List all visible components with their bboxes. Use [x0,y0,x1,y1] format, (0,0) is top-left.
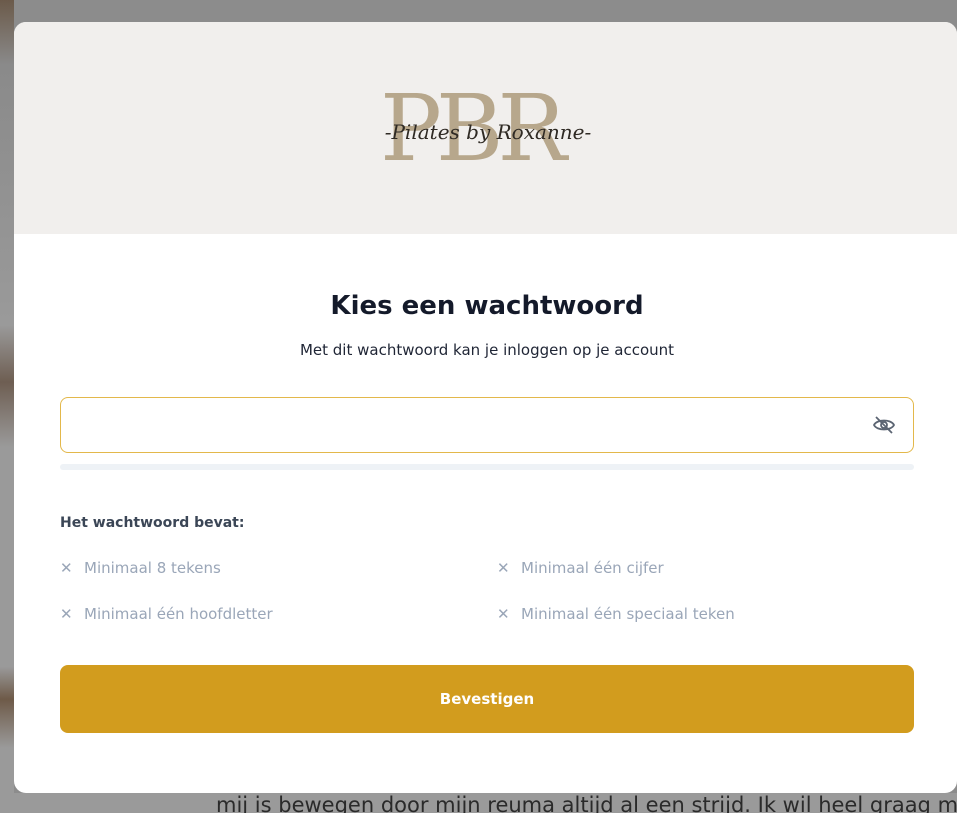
requirement-uppercase: ✕ Minimaal één hoofdletter [60,603,497,625]
dialog-content: Kies een wachtwoord Met dit wachtwoord k… [14,289,957,733]
requirements-list: ✕ Minimaal 8 tekens ✕ Minimaal één cijfe… [60,557,914,625]
password-field-wrapper [60,397,914,453]
requirement-digit: ✕ Minimaal één cijfer [497,557,914,579]
x-icon: ✕ [60,559,73,577]
background-paragraph: mij is bewegen door mijn reuma altijd al… [216,793,957,813]
dialog-subtitle: Met dit wachtwoord kan je inloggen op je… [299,341,675,359]
requirement-label: Minimaal één speciaal teken [521,605,735,623]
password-strength-bar [60,464,914,470]
confirm-button[interactable]: Bevestigen [60,665,914,733]
eye-slash-icon[interactable] [872,415,896,435]
x-icon: ✕ [60,605,73,623]
requirement-special-char: ✕ Minimaal één speciaal teken [497,603,914,625]
x-icon: ✕ [497,559,510,577]
requirement-label: Minimaal één hoofdletter [84,605,273,623]
requirement-label: Minimaal één cijfer [521,559,664,577]
requirements-heading: Het wachtwoord bevat: [60,515,245,531]
password-dialog: PBR -Pilates by Roxanne- Kies een wachtw… [14,22,957,793]
logo-script: -Pilates by Roxanne- [384,120,592,144]
dialog-header: PBR -Pilates by Roxanne- [14,22,957,234]
requirement-label: Minimaal 8 tekens [84,559,221,577]
password-input[interactable] [60,397,914,453]
x-icon: ✕ [497,605,510,623]
dialog-title: Kies een wachtwoord [330,291,644,321]
brand-logo: PBR -Pilates by Roxanne- [364,74,604,184]
background-page-text: mij is bewegen door mijn reuma altijd al… [0,793,957,813]
background-page-edge [0,0,14,813]
requirement-min-length: ✕ Minimaal 8 tekens [60,557,497,579]
